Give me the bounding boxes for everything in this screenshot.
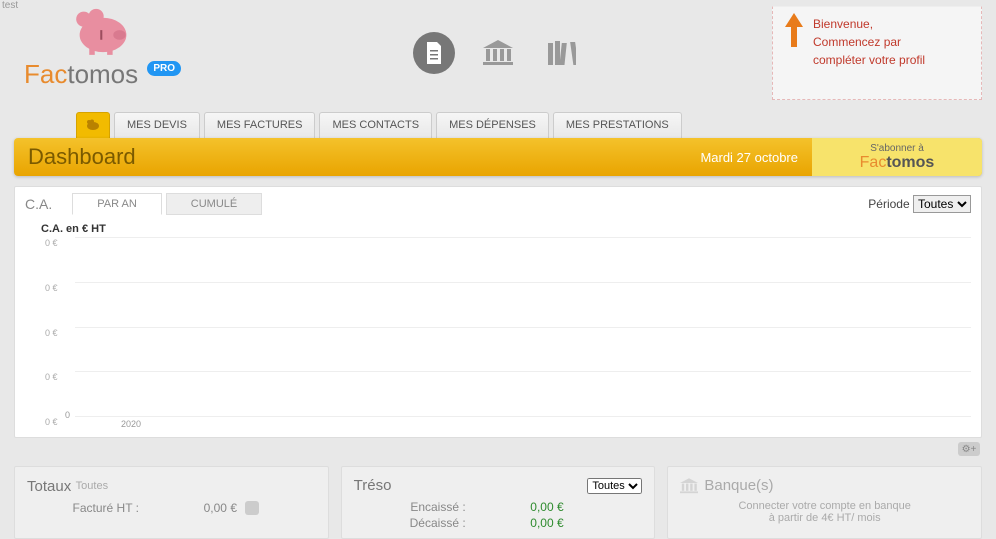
chart-xlabel: 2020 xyxy=(121,419,971,429)
tab-factures[interactable]: MES FACTURES xyxy=(204,112,316,140)
topbar: Factomos PRO Bienvenue, Commencez par co… xyxy=(0,0,996,110)
ytick-4: 0 € xyxy=(45,238,58,248)
chart-zero: 0 xyxy=(65,410,70,420)
logo[interactable]: Factomos PRO xyxy=(24,4,181,90)
welcome-box[interactable]: Bienvenue, Commencez par compléter votre… xyxy=(772,6,982,100)
ytick-3: 0 € xyxy=(45,283,58,293)
totaux-title: Totaux xyxy=(27,478,71,495)
treso-title: Tréso xyxy=(354,477,392,494)
period-control: Période Toutes xyxy=(868,195,971,213)
bank-small-icon xyxy=(680,478,698,494)
arrow-up-icon xyxy=(785,13,803,47)
tab-home[interactable] xyxy=(76,112,110,140)
banque-line1: Connecter votre compte en banque xyxy=(680,500,969,512)
decaisse-label: Décaissé : xyxy=(354,516,474,530)
period-select[interactable]: Toutes xyxy=(913,195,971,213)
ytick-1: 0 € xyxy=(45,372,58,382)
center-icons xyxy=(413,32,583,74)
welcome-line1: Bienvenue, xyxy=(813,15,971,33)
totaux-sub: Toutes xyxy=(76,480,108,492)
facture-value: 0,00 € xyxy=(147,501,237,515)
decaisse-value: 0,00 € xyxy=(474,516,564,530)
tab-contacts[interactable]: MES CONTACTS xyxy=(319,112,432,140)
facture-expand[interactable] xyxy=(245,501,259,515)
ca-panel: C.A. PAR AN CUMULÉ Période Toutes C.A. e… xyxy=(14,186,982,438)
gear-button[interactable]: ⚙+ xyxy=(958,442,980,456)
tab-depenses[interactable]: MES DÉPENSES xyxy=(436,112,549,140)
encaisse-label: Encaissé : xyxy=(354,500,474,514)
logo-fac: Fac xyxy=(24,59,67,89)
period-label: Période xyxy=(868,197,909,211)
chart: 0 € 0 € 0 € 0 € 0 € 0 xyxy=(75,237,971,417)
ca-label: C.A. xyxy=(25,196,52,212)
cards-row: Totaux Toutes Facturé HT : 0,00 € Tréso … xyxy=(14,466,982,539)
bank-icon[interactable] xyxy=(477,32,519,74)
dashboard-bar: Dashboard Mardi 27 octobre S'abonner à F… xyxy=(14,138,982,176)
content: C.A. PAR AN CUMULÉ Période Toutes C.A. e… xyxy=(14,186,982,539)
subscribe-brand: Factomos xyxy=(860,154,935,172)
treso-select[interactable]: Toutes xyxy=(587,478,642,494)
ytick-2: 0 € xyxy=(45,328,58,338)
page-title: Dashboard xyxy=(28,144,136,170)
card-treso: Tréso Toutes Encaissé : 0,00 € Décaissé … xyxy=(341,466,656,539)
ytick-0: 0 € xyxy=(45,417,58,427)
document-icon[interactable] xyxy=(413,32,455,74)
tab-cumule[interactable]: CUMULÉ xyxy=(166,193,262,215)
tab-prestations[interactable]: MES PRESTATIONS xyxy=(553,112,682,140)
books-icon[interactable] xyxy=(541,32,583,74)
encaisse-value: 0,00 € xyxy=(474,500,564,514)
nav-tabs: MES DEVIS MES FACTURES MES CONTACTS MES … xyxy=(76,112,682,140)
subscribe-label: S'abonner à xyxy=(870,143,924,154)
chart-area: C.A. en € HT 0 € 0 € 0 € 0 € 0 € 0 2020 xyxy=(15,215,981,437)
card-totaux: Totaux Toutes Facturé HT : 0,00 € xyxy=(14,466,329,539)
welcome-line3: compléter votre profil xyxy=(813,51,971,69)
pro-badge: PRO xyxy=(147,61,181,76)
banque-line2: à partir de 4€ HT/ mois xyxy=(680,512,969,524)
gear-row: ⚙+ xyxy=(14,438,982,460)
card-banque[interactable]: Banque(s) Connecter votre compte en banq… xyxy=(667,466,982,539)
facture-label: Facturé HT : xyxy=(27,501,147,515)
welcome-line2: Commencez par xyxy=(813,33,971,51)
logo-tomos: tomos xyxy=(67,59,138,89)
date-label: Mardi 27 octobre xyxy=(700,150,798,165)
pig-icon xyxy=(68,4,138,59)
seg-tabs: PAR AN CUMULÉ xyxy=(72,193,266,215)
chart-title: C.A. en € HT xyxy=(41,223,971,235)
logo-text: Factomos PRO xyxy=(24,59,181,90)
subscribe-button[interactable]: S'abonner à Factomos xyxy=(812,138,982,176)
tab-devis[interactable]: MES DEVIS xyxy=(114,112,200,140)
home-pig-icon xyxy=(85,119,101,131)
banque-title: Banque(s) xyxy=(704,477,773,494)
ca-header: C.A. PAR AN CUMULÉ Période Toutes xyxy=(15,187,981,215)
tab-par-an[interactable]: PAR AN xyxy=(72,193,162,215)
